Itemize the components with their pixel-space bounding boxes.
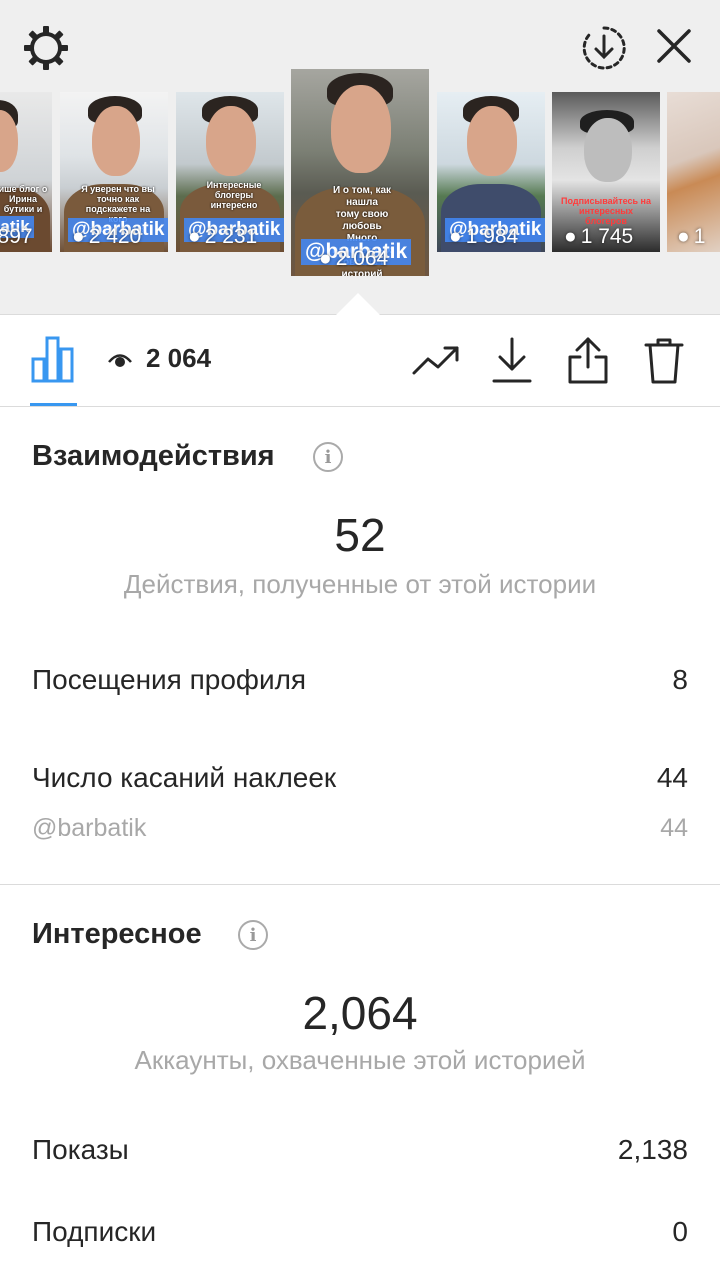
eye-icon: ● [72,225,85,248]
selected-story-pointer [336,293,380,315]
interactions-total: 52 [334,509,386,561]
discovery-total: 2,064 [302,987,418,1039]
profile-visits-value: 8 [672,664,688,695]
eye-icon: ● [677,225,690,248]
sticker-mention-label: @barbatik [32,814,147,842]
trash-icon[interactable] [640,333,688,387]
story-views: ● 2 064 [319,247,389,270]
story-views: ● 1 745 [564,225,634,248]
discovery-caption: Аккаунты, охваченные этой историей [134,1045,586,1075]
story-thumbnail[interactable]: ише блог оИринабутики и batik 1 897 [0,92,52,252]
info-icon[interactable]: i [313,442,343,472]
sticker-mention-value: 44 [660,814,688,842]
follows-value: 0 [672,1216,688,1247]
eye-icon: ● [449,225,462,248]
sticker-taps-value: 44 [656,762,688,793]
story-thumbnail[interactable]: Интересные блогеры интересно @barbatik ● 2 … [176,92,284,252]
discovery-title: Интересное [32,918,202,950]
profile-visits-label: Посещения профиля [32,664,307,695]
impressions-value: 2,138 [617,1134,688,1165]
story-views: ● 2 231 [188,225,258,248]
story-views: 1 897 [0,225,33,248]
eye-icon: ● [564,225,577,248]
share-icon[interactable] [564,333,612,387]
bar-chart-icon[interactable] [28,333,78,385]
info-icon[interactable]: i [238,920,268,950]
section-divider [0,884,720,885]
story-views: ● 1 984 [449,225,519,248]
eye-icon: ● [188,225,201,248]
story-thumbnail-selected[interactable]: И о том, как нашлатому свою любовьМного … [291,69,429,276]
story-views: ● 2 420 [72,225,142,248]
eye-icon: ● [319,247,332,270]
story-thumbnails: ише блог оИринабутики и batik 1 897 Я ув… [0,60,720,290]
follows-label: Подписки [32,1216,157,1247]
story-thumbnail[interactable]: Я уверен что вы точно какподскажете на к… [60,92,168,252]
story-thumbnail[interactable]: ● 1 [667,92,720,252]
story-strip-area: ише блог оИринабутики и batik 1 897 Я ув… [0,0,720,314]
view-count: 2 064 [146,343,212,373]
story-views: ● 1 [677,225,706,248]
story-thumbnail[interactable]: Подписывайтесь на интересных блогеров ● 1 … [552,92,660,252]
story-toolbar: 2 064 [0,315,720,407]
eye-icon [106,348,134,370]
active-tab-indicator [30,403,77,406]
story-thumbnail[interactable]: @barbatik ● 1 984 [437,92,545,252]
interactions-title: Взаимодействия [32,440,275,472]
trend-icon[interactable] [410,337,462,383]
interactions-caption: Действия, полученные от этой истории [123,569,597,599]
download-icon[interactable] [488,333,536,387]
impressions-label: Показы [32,1134,129,1165]
sticker-taps-label: Число касаний наклеек [32,762,337,793]
